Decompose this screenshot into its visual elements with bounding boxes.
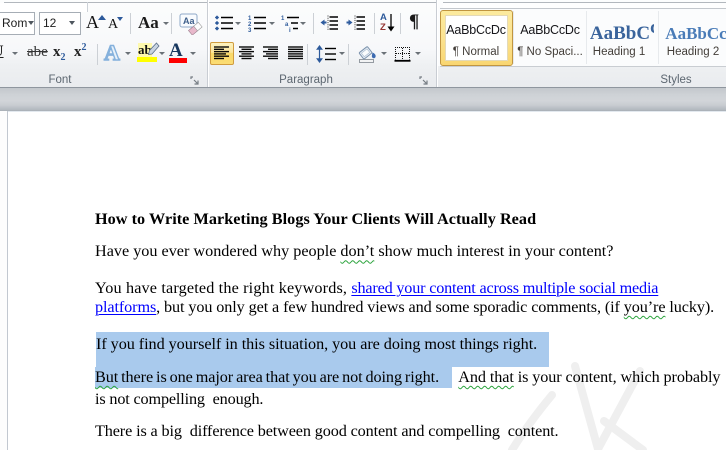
svg-text:Aa: Aa bbox=[183, 16, 195, 26]
svg-text:3: 3 bbox=[248, 28, 252, 32]
svg-text:i: i bbox=[289, 28, 291, 32]
